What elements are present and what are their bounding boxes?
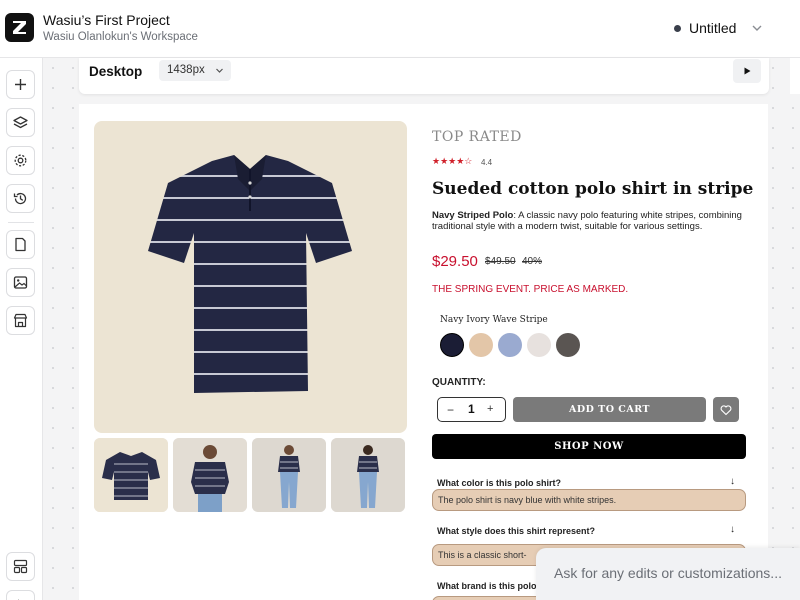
play-button[interactable] bbox=[733, 59, 761, 83]
play-icon bbox=[744, 67, 751, 75]
star-rating-icon: ★★★★☆ bbox=[432, 156, 473, 166]
eyebrow-label: TOP RATED bbox=[432, 129, 522, 145]
quantity-stepper: − 1 + bbox=[437, 397, 506, 422]
rating-value: 4.4 bbox=[481, 158, 493, 167]
color-swatch-charcoal[interactable] bbox=[556, 333, 580, 357]
arrow-down-icon[interactable]: ↓ bbox=[730, 476, 735, 487]
width-value: 1438px bbox=[167, 64, 205, 76]
chevron-down-icon bbox=[215, 68, 223, 73]
document-name[interactable]: Untitled bbox=[689, 20, 736, 36]
wishlist-button[interactable] bbox=[713, 397, 739, 422]
app-logo[interactable] bbox=[5, 13, 34, 42]
pages-button[interactable] bbox=[6, 230, 35, 259]
store-button[interactable] bbox=[6, 306, 35, 335]
color-swatch-tan[interactable] bbox=[469, 333, 493, 357]
workspace-name: Wasiu Olanlokun's Workspace bbox=[43, 31, 198, 43]
sidebar-divider bbox=[8, 222, 34, 223]
thumbnail-shirt-image bbox=[94, 438, 168, 512]
project-title[interactable]: Wasiu’s First Project bbox=[43, 12, 170, 28]
discount-badge: 40% bbox=[522, 256, 543, 267]
plus-icon bbox=[15, 79, 26, 90]
layers-button[interactable] bbox=[6, 108, 35, 137]
status-dot bbox=[674, 25, 681, 32]
preview-toolbar: Desktop 1438px bbox=[79, 58, 769, 94]
color-swatch-blue[interactable] bbox=[498, 333, 522, 357]
thumbnail-4[interactable] bbox=[331, 438, 405, 512]
ai-prompt-bar[interactable]: Ask for any edits or customizations... bbox=[536, 548, 800, 600]
product-title: Sueded cotton polo shirt in stripe bbox=[432, 179, 754, 199]
page-icon bbox=[15, 237, 26, 252]
add-button[interactable] bbox=[6, 70, 35, 99]
quantity-label: QUANTITY: bbox=[432, 377, 486, 388]
sale-price: $29.50 bbox=[432, 253, 478, 270]
settings-button[interactable] bbox=[6, 146, 35, 175]
thumbnail-model-image bbox=[173, 438, 247, 512]
width-dropdown[interactable]: 1438px bbox=[159, 60, 231, 81]
description-heading: Navy Striped Polo bbox=[432, 210, 514, 221]
more-button[interactable] bbox=[6, 590, 35, 600]
images-button[interactable] bbox=[6, 268, 35, 297]
device-label: Desktop bbox=[89, 64, 143, 79]
faq-question[interactable]: What brand is this polo bbox=[437, 581, 537, 591]
original-price: $49.50 bbox=[485, 256, 516, 267]
promo-text: THE SPRING EVENT. PRICE AS MARKED. bbox=[432, 284, 629, 295]
preview-frame: TOP RATED ★★★★☆ 4.4 Sueded cotton polo s… bbox=[79, 104, 768, 600]
left-sidebar bbox=[0, 58, 43, 600]
thumbnail-model-image bbox=[331, 438, 405, 512]
color-swatch-navy[interactable] bbox=[440, 333, 464, 357]
arrow-down-icon[interactable]: ↓ bbox=[730, 524, 735, 535]
image-icon bbox=[13, 276, 28, 289]
history-icon bbox=[13, 192, 27, 205]
shop-now-button[interactable]: SHOP NOW bbox=[432, 434, 746, 459]
prompt-input[interactable]: Ask for any edits or customizations... bbox=[554, 565, 782, 581]
thumbnail-model-image bbox=[252, 438, 326, 512]
arrow-icon bbox=[18, 599, 19, 600]
gear-icon bbox=[14, 154, 27, 167]
faq-question[interactable]: What style does this shirt represent? bbox=[437, 526, 595, 536]
store-icon bbox=[13, 313, 28, 328]
thumbnail-3[interactable] bbox=[252, 438, 326, 512]
product-description: Navy Striped Polo: A classic navy polo f… bbox=[432, 210, 752, 232]
history-button[interactable] bbox=[6, 184, 35, 213]
color-swatch-ivory[interactable] bbox=[527, 333, 551, 357]
polo-shirt-illustration bbox=[148, 155, 352, 393]
faq-answer: The polo shirt is navy blue with white s… bbox=[432, 489, 746, 511]
color-name: Navy Ivory Wave Stripe bbox=[440, 315, 548, 325]
chevron-down-icon[interactable] bbox=[750, 21, 764, 35]
quantity-value[interactable]: 1 bbox=[468, 402, 475, 416]
layout-icon bbox=[13, 559, 28, 574]
layout-button[interactable] bbox=[6, 552, 35, 581]
add-to-cart-button[interactable]: ADD TO CART bbox=[513, 397, 706, 422]
faq-question[interactable]: What color is this polo shirt? bbox=[437, 478, 561, 488]
heart-icon bbox=[720, 404, 732, 415]
thumbnail-2[interactable] bbox=[173, 438, 247, 512]
top-bar: Wasiu’s First Project Wasiu Olanlokun's … bbox=[0, 0, 800, 58]
plus-icon[interactable]: + bbox=[487, 403, 493, 415]
product-main-image[interactable] bbox=[94, 121, 407, 433]
layers-icon bbox=[13, 116, 28, 129]
minus-icon[interactable]: − bbox=[447, 403, 454, 417]
thumbnail-1[interactable] bbox=[94, 438, 168, 512]
canvas-edge bbox=[790, 58, 800, 94]
